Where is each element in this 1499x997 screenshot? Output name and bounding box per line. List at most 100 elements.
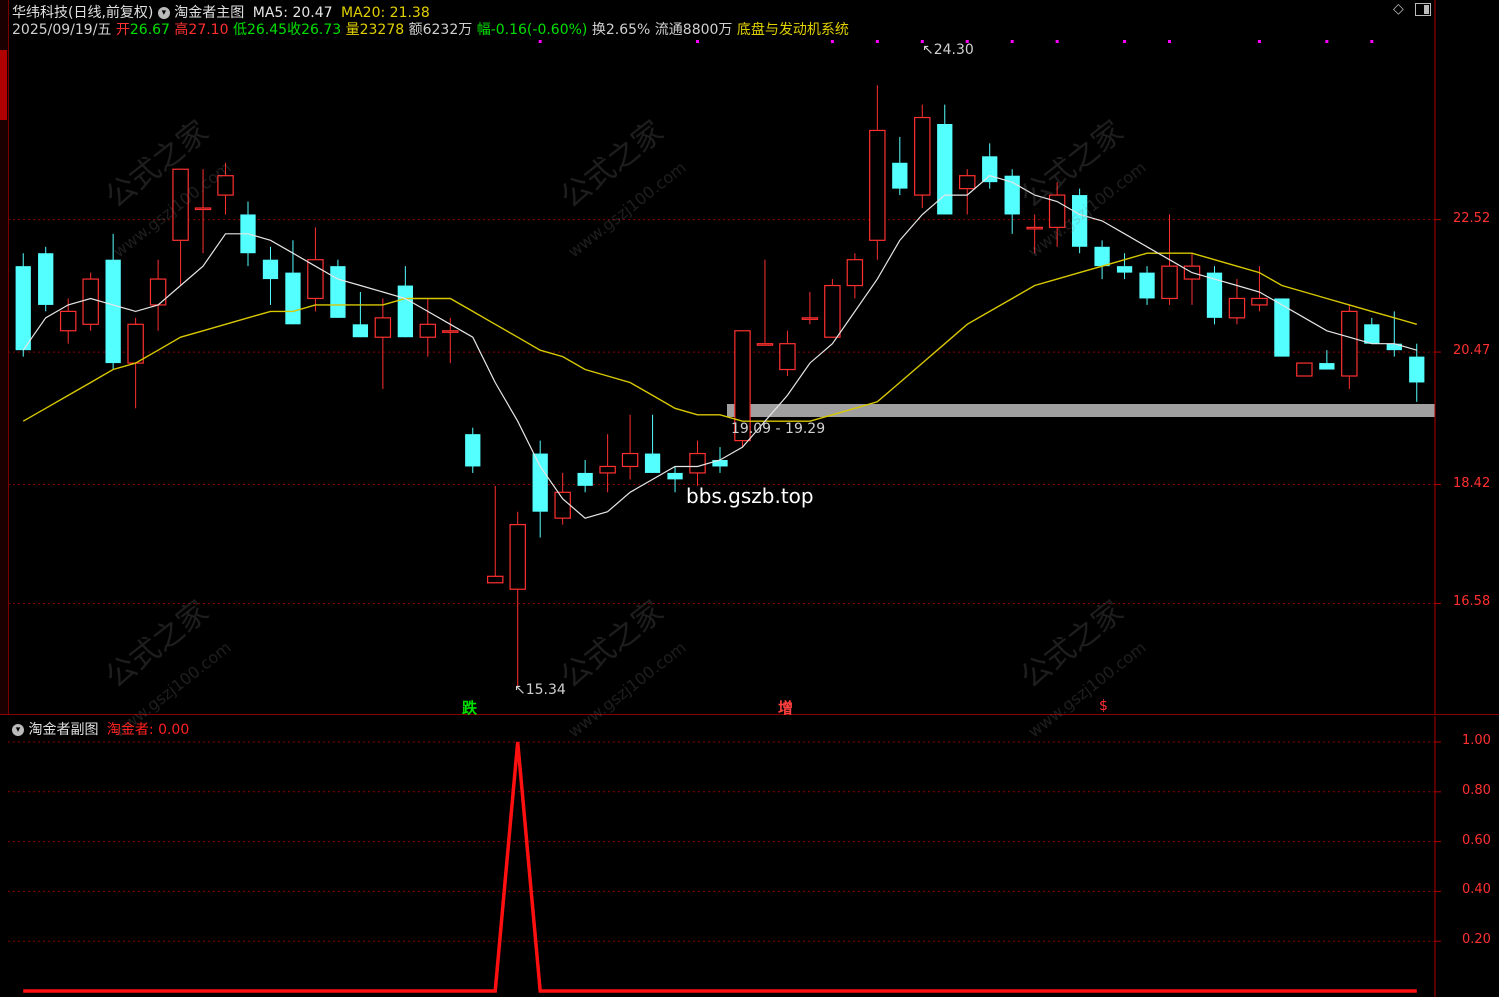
candle — [1139, 266, 1155, 305]
indicator-dropdown-icon[interactable]: ▾ — [157, 7, 170, 19]
candle — [1296, 362, 1313, 377]
candle — [937, 104, 953, 215]
candle — [621, 414, 639, 480]
candle-body — [599, 465, 616, 474]
candle — [1116, 253, 1133, 280]
diamond-icon[interactable]: ◇ — [1393, 1, 1404, 17]
candle-body — [307, 259, 324, 300]
signal-dot — [1010, 40, 1014, 43]
candle — [1026, 214, 1043, 254]
candle — [1364, 317, 1380, 344]
candle-body — [15, 266, 31, 351]
low-label: 低 — [232, 22, 247, 38]
candle-body — [38, 253, 54, 305]
high-marker-value: 24.30 — [933, 42, 974, 58]
signal-dot — [1123, 40, 1127, 43]
candle — [194, 169, 212, 254]
candle — [1048, 182, 1066, 247]
y-tick-label: 22.52 — [1453, 210, 1491, 226]
candle-body — [374, 317, 392, 338]
system-name: 底盘与发动机系统 — [736, 22, 849, 38]
candle-body — [127, 323, 144, 364]
candle — [644, 414, 661, 473]
candle — [846, 253, 864, 299]
candle-body — [1026, 226, 1043, 230]
turnover-value: 2.65% — [605, 22, 651, 38]
sub-y-tick-label: 0.80 — [1462, 782, 1491, 798]
candle-body — [1004, 175, 1020, 215]
candle — [577, 460, 593, 493]
candle — [667, 466, 683, 493]
candle — [779, 330, 796, 376]
signal-dot — [875, 40, 879, 43]
signal-fall: 跌 — [462, 699, 478, 717]
open-label: 开 — [115, 22, 130, 38]
candle-body — [1409, 356, 1425, 383]
candle — [82, 272, 99, 331]
date: 2025/09/19/五 — [12, 22, 112, 38]
candle-body — [172, 168, 189, 241]
low-value: 26.45 — [246, 22, 288, 38]
candle-body — [756, 343, 774, 346]
open-value: 26.67 — [129, 22, 170, 38]
candle-body — [105, 259, 121, 364]
candle-body — [465, 434, 481, 467]
candle-body — [1296, 362, 1313, 377]
watermark-url-text: bbs.gszb.top — [686, 484, 814, 508]
candle — [1183, 253, 1201, 305]
candle — [1341, 304, 1358, 389]
candle-body — [801, 317, 819, 320]
window-toggle-icon[interactable] — [1415, 3, 1431, 16]
sub-indicator-dropdown-icon[interactable]: ▾ — [12, 724, 24, 736]
y-tick-label: 16.58 — [1453, 594, 1491, 610]
high-value: 27.10 — [188, 22, 229, 38]
sub-y-tick-label: 0.60 — [1462, 832, 1491, 848]
sub-y-tick-label: 1.00 — [1462, 733, 1491, 748]
volume-label: 量 — [345, 22, 360, 38]
candle — [465, 427, 481, 473]
candle — [262, 246, 279, 305]
candle — [1319, 350, 1335, 370]
candle-body — [532, 453, 548, 512]
sub-y-tick-label: 0.40 — [1462, 882, 1491, 898]
candle-body — [1341, 310, 1358, 377]
sub-series-value: 0.00 — [158, 722, 190, 738]
candle — [1004, 169, 1020, 234]
close-value: 26.73 — [301, 22, 342, 38]
amount-label: 额 — [408, 22, 423, 38]
signal-dot — [1370, 40, 1374, 43]
sub-indicator-title[interactable]: 淘金者副图 — [28, 722, 98, 738]
candle — [486, 485, 504, 584]
float-value: 8800万 — [682, 22, 733, 38]
candle-body — [846, 259, 864, 287]
range-label: 19.09 - 19.29 — [731, 421, 826, 437]
turnover-label: 换 — [591, 22, 606, 38]
taojinzhe-line — [23, 741, 1417, 993]
candle-body — [869, 129, 886, 241]
candle-body — [509, 524, 526, 590]
candle-body — [1274, 298, 1290, 357]
signal-dollar: $ — [1099, 698, 1108, 714]
candle — [1206, 266, 1223, 325]
y-tick-label: 18.42 — [1453, 475, 1491, 491]
candle-body — [285, 272, 301, 325]
candle — [801, 292, 819, 325]
change-value: -0.16(-0.60%) — [490, 22, 588, 38]
candle-body — [1161, 265, 1178, 300]
candle-body — [937, 124, 953, 215]
candle-body — [194, 207, 212, 211]
candle-body — [689, 452, 706, 474]
float-label: 流通 — [654, 22, 683, 38]
candle-body — [397, 285, 413, 338]
candle-body — [262, 259, 279, 280]
sub-y-tick-label: 0.20 — [1462, 932, 1491, 948]
change-label: 幅 — [476, 22, 491, 38]
candle-body — [1094, 246, 1110, 267]
signal-dot — [1055, 40, 1059, 43]
candle-body — [82, 278, 99, 325]
candle — [958, 169, 976, 215]
candle — [1274, 298, 1290, 357]
candle-body — [914, 116, 931, 196]
candle-body — [577, 472, 593, 486]
candle-body — [892, 162, 908, 189]
